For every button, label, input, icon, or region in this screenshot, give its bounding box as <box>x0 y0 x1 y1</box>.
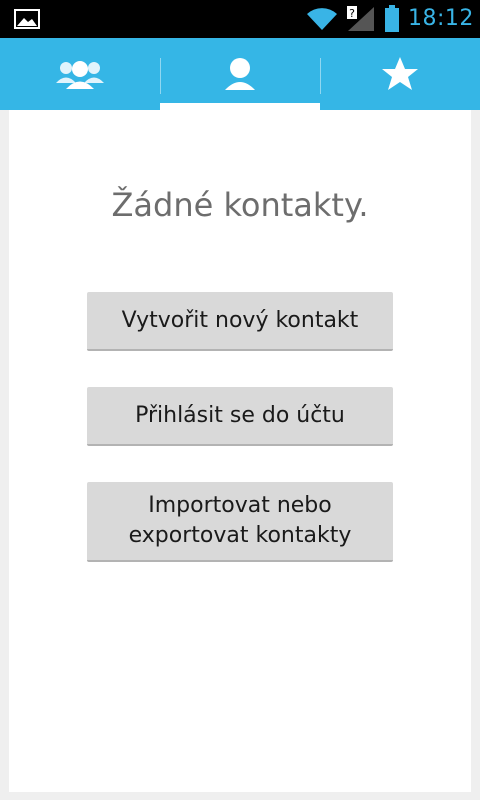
tab-bar <box>0 38 480 110</box>
gallery-icon <box>14 9 40 29</box>
group-icon <box>56 61 104 89</box>
selected-tab-indicator <box>160 103 320 110</box>
star-icon <box>382 57 418 90</box>
login-account-button[interactable]: Přihlásit se do účtu <box>87 387 393 446</box>
svg-text:?: ? <box>349 7 355 20</box>
battery-icon <box>385 5 399 32</box>
create-contact-button[interactable]: Vytvořit nový kontakt <box>87 292 393 351</box>
signal-icon: ? <box>347 6 374 31</box>
wifi-icon <box>307 8 337 30</box>
status-clock: 18:12 <box>408 6 474 31</box>
status-bar: ? 18:12 <box>0 0 480 38</box>
tab-contacts[interactable] <box>160 38 320 110</box>
tab-groups[interactable] <box>0 38 160 110</box>
contacts-panel: Žádné kontakty. Vytvořit nový kontakt Př… <box>9 110 471 792</box>
import-export-button[interactable]: Importovat nebo exportovat kontakty <box>87 482 393 562</box>
empty-contacts-message: Žádné kontakty. <box>111 186 369 224</box>
import-export-label-line1: Importovat nebo <box>148 493 332 518</box>
import-export-label-line2: exportovat kontakty <box>128 523 352 548</box>
person-icon <box>225 58 255 90</box>
tab-favorites[interactable] <box>320 38 480 110</box>
